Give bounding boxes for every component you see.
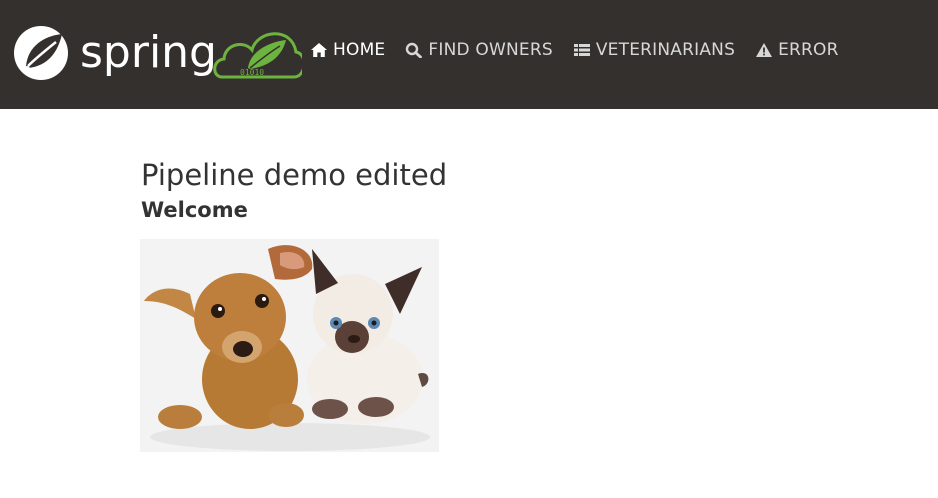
nav-item-home[interactable]: HOME [310,40,385,60]
nav-item-veterinarians[interactable]: VETERINARIANS [573,40,735,60]
badge-digits: 01010 [240,68,264,77]
list-icon [573,42,591,58]
cloud-badge-icon: 01010 [213,32,302,79]
main-content: Pipeline demo edited Welcome [141,157,447,223]
spring-wordmark: spring [80,27,217,78]
nav-label-veterinarians: VETERINARIANS [595,40,736,60]
nav-label-find-owners: FIND OWNERS [428,40,553,60]
home-icon [310,42,328,58]
page-title: Pipeline demo edited [141,158,448,192]
puppy-illustration [144,245,313,429]
spring-leaf-icon [14,26,68,80]
spring-logo[interactable]: spring 01010 [12,22,302,82]
nav-item-find-owners[interactable]: FIND OWNERS [405,40,553,60]
search-icon [405,42,423,58]
welcome-heading: Welcome [141,198,248,222]
navbar: spring 01010 HOME FIND OWNERS VETERINARI… [0,0,938,109]
warning-icon [755,42,773,58]
kitten-illustration [307,249,429,424]
pets-image [140,239,439,452]
nav-item-error[interactable]: ERROR [755,40,839,60]
nav-label-home: HOME [333,40,386,60]
nav-label-error: ERROR [778,40,839,60]
main-nav: HOME FIND OWNERS VETERINARIANS ERROR [310,38,859,62]
